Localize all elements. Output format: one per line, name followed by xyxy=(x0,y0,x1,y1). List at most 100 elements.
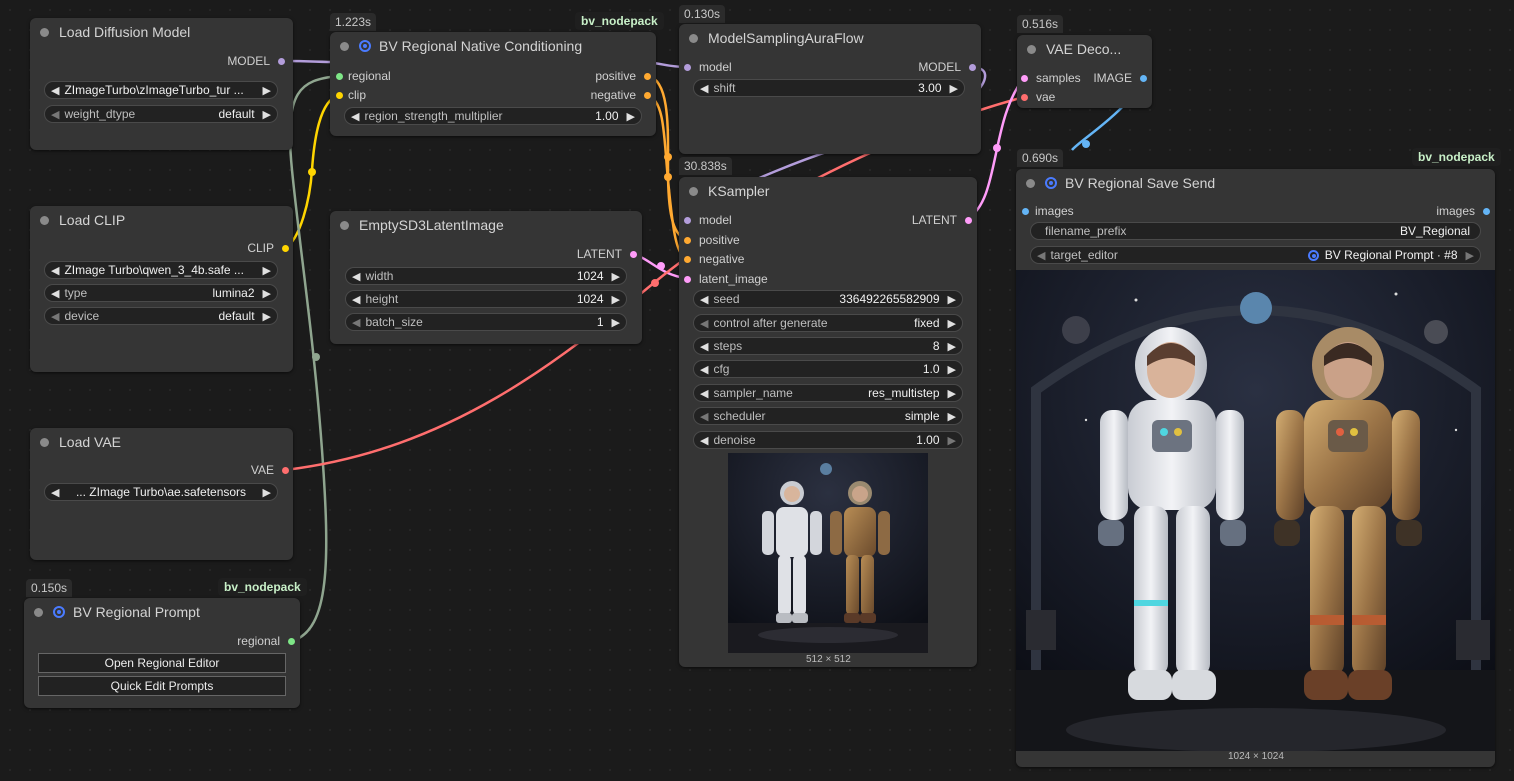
target-editor-combo[interactable]: ◀ target_editor BV Regional Prompt · #8 ▶ xyxy=(1030,246,1481,264)
filename-prefix-input[interactable]: filename_prefix BV_Regional xyxy=(1030,222,1481,240)
node-model-sampling-auraflow[interactable]: ModelSamplingAuraFlow model MODEL ◀ shift… xyxy=(679,24,981,154)
arrow-left-icon[interactable]: ◀ xyxy=(700,363,708,376)
output-socket-regional[interactable] xyxy=(288,637,295,645)
input-socket-clip[interactable] xyxy=(336,91,343,99)
arrow-right-icon[interactable]: ▶ xyxy=(263,287,271,300)
arrow-right-icon[interactable]: ▶ xyxy=(627,110,635,123)
arrow-left-icon[interactable]: ◀ xyxy=(51,108,59,121)
arrow-right-icon[interactable]: ▶ xyxy=(948,363,956,376)
cfg-input[interactable]: ◀ cfg 1.0 ▶ xyxy=(693,360,963,378)
node-load-vae[interactable]: Load VAE VAE ◀... ZImage Turbo\ae.safete… xyxy=(30,428,293,560)
node-bv-regional-native-conditioning[interactable]: BV Regional Native Conditioning regional… xyxy=(330,32,656,136)
input-socket-latent-image[interactable] xyxy=(684,275,691,283)
input-socket-model[interactable] xyxy=(684,216,691,224)
arrow-left-icon[interactable]: ◀ xyxy=(352,316,360,329)
arrow-left-icon[interactable]: ◀ xyxy=(700,410,708,423)
output-socket-clip[interactable] xyxy=(282,244,289,252)
arrow-left-icon[interactable]: ◀ xyxy=(352,293,360,306)
node-bv-regional-prompt[interactable]: BV Regional Prompt regional Open Regiona… xyxy=(24,598,300,708)
arrow-left-icon[interactable]: ◀ xyxy=(700,340,708,353)
arrow-left-icon[interactable]: ◀ xyxy=(1037,249,1045,262)
arrow-right-icon[interactable]: ▶ xyxy=(263,84,271,97)
arrow-right-icon[interactable]: ▶ xyxy=(612,316,620,329)
seed-input[interactable]: ◀ seed 336492265582909 ▶ xyxy=(693,290,963,308)
collapse-dot-icon[interactable] xyxy=(40,437,49,447)
arrow-left-icon[interactable]: ◀ xyxy=(352,270,360,283)
arrow-left-icon[interactable]: ◀ xyxy=(51,84,59,97)
arrow-right-icon[interactable]: ▶ xyxy=(1466,249,1474,262)
input-socket-positive[interactable] xyxy=(684,236,691,244)
output-socket-vae[interactable] xyxy=(282,466,289,474)
input-socket-model[interactable] xyxy=(684,63,691,71)
device-combo[interactable]: ◀ device default ▶ xyxy=(44,307,278,325)
arrow-right-icon[interactable]: ▶ xyxy=(263,264,271,277)
output-socket-positive[interactable] xyxy=(644,72,651,80)
output-socket-model[interactable] xyxy=(969,63,976,71)
arrow-right-icon[interactable]: ▶ xyxy=(948,293,956,306)
output-socket-latent[interactable] xyxy=(965,216,972,224)
collapse-dot-icon[interactable] xyxy=(40,215,49,225)
arrow-right-icon[interactable]: ▶ xyxy=(612,293,620,306)
node-load-clip[interactable]: Load CLIP CLIP ◀ ZImage Turbo\qwen_3_4b.s… xyxy=(30,206,293,372)
input-socket-negative[interactable] xyxy=(684,255,691,263)
arrow-right-icon[interactable]: ▶ xyxy=(948,434,956,447)
collapse-dot-icon[interactable] xyxy=(40,27,49,37)
arrow-left-icon[interactable]: ◀ xyxy=(700,293,708,306)
arrow-left-icon[interactable]: ◀ xyxy=(351,110,359,123)
arrow-right-icon[interactable]: ▶ xyxy=(950,82,958,95)
output-socket-images[interactable] xyxy=(1483,207,1490,215)
input-socket-vae[interactable] xyxy=(1021,93,1028,101)
batch-size-input[interactable]: ◀ batch_size 1 ▶ xyxy=(345,313,627,331)
node-ksampler[interactable]: KSampler model positive negative latent_… xyxy=(679,177,977,667)
arrow-left-icon[interactable]: ◀ xyxy=(51,287,59,300)
arrow-right-icon[interactable]: ▶ xyxy=(948,387,956,400)
collapse-dot-icon[interactable] xyxy=(689,33,698,43)
scheduler-combo[interactable]: ◀ scheduler simple ▶ xyxy=(693,407,963,425)
clip-name-combo[interactable]: ◀ ZImage Turbo\qwen_3_4b.safe ... ▶ xyxy=(44,261,278,279)
arrow-right-icon[interactable]: ▶ xyxy=(612,270,620,283)
control-after-generate-combo[interactable]: ◀ control after generate fixed ▶ xyxy=(693,314,963,332)
collapse-dot-icon[interactable] xyxy=(340,220,349,230)
region-strength-multiplier-input[interactable]: ◀ region_strength_multiplier 1.00 ▶ xyxy=(344,107,642,125)
collapse-dot-icon[interactable] xyxy=(340,41,349,51)
steps-input[interactable]: ◀ steps 8 ▶ xyxy=(693,337,963,355)
collapse-dot-icon[interactable] xyxy=(1026,178,1035,188)
sampler-name-combo[interactable]: ◀ sampler_name res_multistep ▶ xyxy=(693,384,963,402)
output-socket-image[interactable] xyxy=(1140,74,1147,82)
arrow-left-icon[interactable]: ◀ xyxy=(700,434,708,447)
arrow-left-icon[interactable]: ◀ xyxy=(51,264,59,277)
arrow-right-icon[interactable]: ▶ xyxy=(948,317,956,330)
arrow-left-icon[interactable]: ◀ xyxy=(51,310,59,323)
shift-input[interactable]: ◀ shift 3.00 ▶ xyxy=(693,79,965,97)
output-socket-model[interactable] xyxy=(278,57,285,65)
input-socket-samples[interactable] xyxy=(1021,74,1028,82)
collapse-dot-icon[interactable] xyxy=(689,186,698,196)
arrow-right-icon[interactable]: ▶ xyxy=(263,310,271,323)
width-input[interactable]: ◀ width 1024 ▶ xyxy=(345,267,627,285)
input-socket-regional[interactable] xyxy=(336,72,343,80)
height-input[interactable]: ◀ height 1024 ▶ xyxy=(345,290,627,308)
collapse-dot-icon[interactable] xyxy=(1027,44,1036,54)
input-socket-images[interactable] xyxy=(1022,207,1029,215)
unet-name-combo[interactable]: ◀ ZImageTurbo\zImageTurbo_tur ... ▶ xyxy=(44,81,278,99)
collapse-dot-icon[interactable] xyxy=(34,607,43,617)
arrow-left-icon[interactable]: ◀ xyxy=(700,82,708,95)
node-load-diffusion-model[interactable]: Load Diffusion Model MODEL ◀ ZImageTurbo\… xyxy=(30,18,293,150)
weight-dtype-combo[interactable]: ◀ weight_dtype default ▶ xyxy=(44,105,278,123)
arrow-left-icon[interactable]: ◀ xyxy=(51,486,59,499)
arrow-left-icon[interactable]: ◀ xyxy=(700,387,708,400)
arrow-right-icon[interactable]: ▶ xyxy=(948,410,956,423)
denoise-input[interactable]: ◀ denoise 1.00 ▶ xyxy=(693,431,963,449)
node-bv-regional-save-send[interactable]: BV Regional Save Send images images file… xyxy=(1016,169,1495,767)
node-empty-sd3-latent-image[interactable]: EmptySD3LatentImage LATENT ◀ width 1024 ▶ ◀… xyxy=(330,211,642,344)
arrow-left-icon[interactable]: ◀ xyxy=(700,317,708,330)
arrow-right-icon[interactable]: ▶ xyxy=(263,108,271,121)
clip-type-combo[interactable]: ◀ type lumina2 ▶ xyxy=(44,284,278,302)
arrow-right-icon[interactable]: ▶ xyxy=(948,340,956,353)
open-regional-editor-button[interactable]: Open Regional Editor xyxy=(38,653,286,673)
output-socket-negative[interactable] xyxy=(644,91,651,99)
arrow-right-icon[interactable]: ▶ xyxy=(263,486,271,499)
vae-name-combo[interactable]: ◀... ZImage Turbo\ae.safetensors ▶ xyxy=(44,483,278,501)
output-socket-latent[interactable] xyxy=(630,250,637,258)
node-vae-decode[interactable]: VAE Deco... samples vae IMAGE xyxy=(1017,35,1152,108)
